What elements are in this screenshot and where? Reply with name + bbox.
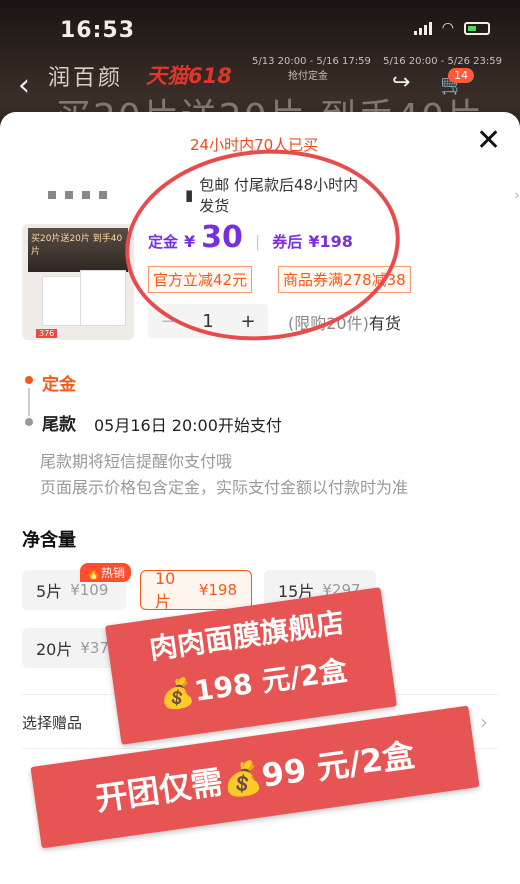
timeline-final: 尾款 [42, 415, 76, 435]
date-right: 5/16 20:00 - 5/26 23:59 [383, 56, 502, 67]
thumb-title: 买20片送20片 到手40片 [28, 228, 128, 272]
product-thumbnail[interactable]: 买20片送20片 到手40片 376 [22, 224, 134, 340]
hot-label: 热销 [100, 566, 125, 580]
option-name: 20片 [36, 640, 73, 659]
timeline-deposit: 定金 [42, 375, 76, 395]
status-time: 16:53 [60, 18, 136, 43]
stock-status: 有货 [368, 314, 401, 333]
chevron-right-icon: › [514, 186, 520, 204]
choose-gift-label[interactable]: 选择赠品 [22, 712, 82, 733]
hot-badge: 🔥热销 [80, 563, 131, 582]
address-masked [48, 191, 107, 199]
flame-icon: 🔥 [86, 566, 101, 580]
net-content-title: 净含量 [22, 530, 76, 551]
thumb-tag: 376 [36, 329, 58, 338]
chevron-right-icon[interactable]: › [480, 710, 488, 734]
close-icon[interactable]: ✕ [476, 126, 501, 156]
cart-badge: 14 [448, 68, 474, 83]
sms-note: 尾款期将短信提醒你支付哦 [40, 452, 233, 471]
back-icon[interactable]: ‹ [18, 68, 30, 103]
timeline-line [28, 388, 30, 416]
date-left: 5/13 20:00 - 5/16 17:59 [252, 56, 371, 67]
final-payment-time: 05月16日 20:00开始支付 [94, 416, 282, 435]
deposit-dot [25, 376, 33, 384]
status-icons: ◠ [413, 20, 490, 36]
option-10pc[interactable]: 10片 ¥198 [140, 568, 252, 611]
signal-icon [413, 21, 432, 35]
thumb-box [80, 270, 126, 326]
option-name: 10片 [155, 568, 176, 611]
price-note: 页面展示价格包含定金，实际支付金额以付款时为准 [40, 478, 409, 497]
option-name: 5片 [36, 582, 63, 601]
final-dot [25, 418, 33, 426]
tmall-logo: 天猫618 [146, 64, 232, 88]
option-price: ¥198 [198, 581, 237, 599]
wifi-icon: ◠ [441, 20, 454, 36]
battery-icon [464, 21, 490, 35]
option-price: ¥109 [70, 581, 109, 599]
